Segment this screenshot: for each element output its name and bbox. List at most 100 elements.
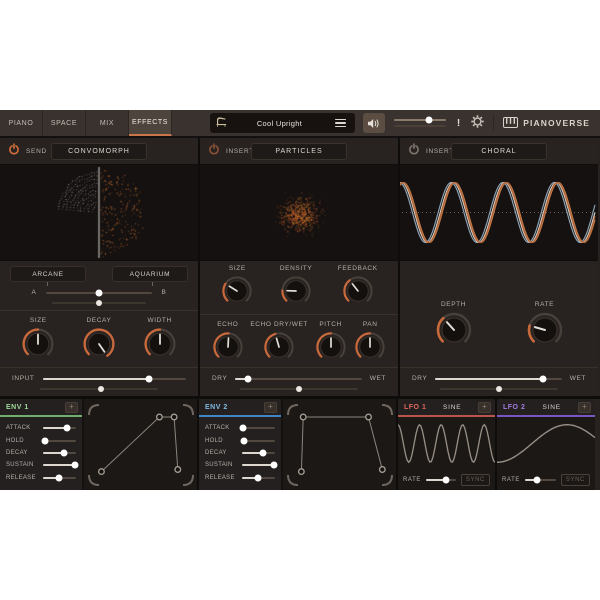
slider-handle[interactable] bbox=[98, 386, 104, 392]
hamburger-menu-icon[interactable] bbox=[331, 116, 350, 131]
piano-keys-icon bbox=[503, 117, 518, 130]
knob-echo[interactable]: ECHO bbox=[211, 321, 245, 364]
slider-fill bbox=[242, 464, 274, 466]
power-icon[interactable] bbox=[8, 142, 20, 160]
morph-slider[interactable] bbox=[46, 292, 152, 294]
slider-handle[interactable] bbox=[64, 425, 71, 432]
mix-slider-secondary[interactable] bbox=[40, 388, 158, 390]
env-1-hold-slider[interactable] bbox=[43, 440, 76, 442]
slider-handle[interactable] bbox=[245, 375, 252, 382]
knob-decay[interactable]: DECAY bbox=[81, 317, 117, 362]
effect-name-button-particles[interactable]: PARTICLES bbox=[251, 143, 347, 160]
add-modulation-button[interactable]: + bbox=[65, 402, 78, 413]
slider-handle[interactable] bbox=[240, 437, 247, 444]
add-modulation-button[interactable]: + bbox=[264, 402, 277, 413]
mix-slider[interactable] bbox=[435, 378, 561, 380]
slider-handle[interactable] bbox=[96, 289, 103, 296]
tab-effects[interactable]: EFFECTS bbox=[129, 110, 172, 136]
top-bar-right: ! PIANOVERSE bbox=[363, 113, 600, 133]
slider-handle[interactable] bbox=[496, 386, 502, 392]
volume-track[interactable] bbox=[394, 119, 446, 121]
mod-slider-row: RELEASE bbox=[205, 475, 275, 481]
effect-name-button-choral[interactable]: CHORAL bbox=[451, 143, 547, 160]
mod-name: LFO 1 bbox=[404, 404, 426, 411]
knob-label: PAN bbox=[363, 321, 378, 328]
env-2-hold-slider[interactable] bbox=[242, 440, 275, 442]
route-label: SEND bbox=[26, 148, 47, 155]
mix-right-label: WET bbox=[370, 375, 386, 382]
env-2-release-slider[interactable] bbox=[242, 477, 275, 479]
tab-piano[interactable]: PIANO bbox=[0, 110, 43, 136]
slider-handle[interactable] bbox=[539, 375, 546, 382]
morph-slider-secondary[interactable] bbox=[52, 302, 146, 304]
knob-width[interactable]: WIDTH bbox=[142, 317, 178, 362]
slider-handle[interactable] bbox=[254, 474, 261, 481]
knob-size[interactable]: SIZE bbox=[20, 317, 56, 362]
knob-label: DECAY bbox=[87, 317, 112, 324]
knob-rate[interactable]: RATE bbox=[525, 301, 565, 350]
slider-handle[interactable] bbox=[240, 425, 247, 432]
knob-feedback[interactable]: FEEDBACK bbox=[338, 265, 378, 308]
knob-label: SIZE bbox=[30, 317, 47, 324]
env-1-sustain-slider[interactable] bbox=[43, 464, 76, 466]
knob-pan[interactable]: PAN bbox=[353, 321, 387, 364]
volume-slider[interactable] bbox=[394, 119, 446, 127]
mix-slider[interactable] bbox=[43, 378, 187, 380]
slider-handle[interactable] bbox=[71, 462, 78, 469]
knob-size[interactable]: SIZE bbox=[220, 265, 254, 308]
env-1-attack-slider[interactable] bbox=[43, 427, 76, 429]
mix-slider[interactable] bbox=[235, 378, 361, 380]
slider-handle[interactable] bbox=[96, 300, 102, 306]
alert-button[interactable]: ! bbox=[455, 118, 462, 129]
env-2-attack-slider[interactable] bbox=[242, 427, 275, 429]
tab-mix[interactable]: MIX bbox=[86, 110, 129, 136]
tab-space[interactable]: SPACE bbox=[43, 110, 86, 136]
slider-handle[interactable] bbox=[41, 437, 48, 444]
slider-handle[interactable] bbox=[259, 449, 266, 456]
knob-echo-dry-wet[interactable]: ECHO DRY/WET bbox=[250, 321, 308, 364]
effect-header: INSERTCHORAL bbox=[400, 138, 598, 164]
slider-handle[interactable] bbox=[55, 474, 62, 481]
slider-handle[interactable] bbox=[60, 449, 67, 456]
knob-depth[interactable]: DEPTH bbox=[434, 301, 474, 350]
power-icon[interactable] bbox=[208, 142, 220, 160]
lfo-1-rate-slider[interactable] bbox=[426, 479, 456, 481]
envelope-graph[interactable] bbox=[283, 399, 396, 490]
convolution-morph-visualizer[interactable] bbox=[0, 165, 198, 260]
envelope-graph[interactable] bbox=[84, 399, 197, 490]
effect-name-button-convomorph[interactable]: CONVOMORPH bbox=[51, 143, 147, 160]
knob-density[interactable]: DENSITY bbox=[279, 265, 313, 308]
knob-label: FEEDBACK bbox=[338, 265, 378, 272]
slider-handle[interactable] bbox=[270, 462, 277, 469]
sync-button[interactable]: SYNC bbox=[561, 474, 590, 486]
sync-button[interactable]: SYNC bbox=[461, 474, 490, 486]
add-modulation-button[interactable]: + bbox=[478, 402, 491, 413]
lfo-waveform-label[interactable]: SINE bbox=[525, 404, 578, 411]
tick-a bbox=[47, 282, 48, 286]
slider-handle[interactable] bbox=[145, 375, 152, 382]
slider-handle[interactable] bbox=[533, 477, 540, 484]
env-1-release-slider[interactable] bbox=[43, 477, 76, 479]
mod-slider-row: HOLD bbox=[6, 438, 76, 444]
add-modulation-button[interactable]: + bbox=[578, 402, 591, 413]
env-2-decay-slider[interactable] bbox=[242, 452, 275, 454]
speaker-button[interactable] bbox=[363, 113, 385, 133]
env-2-panel: ENV 2+ATTACKHOLDDECAYSUSTAINRELEASE bbox=[199, 399, 398, 490]
lfo-waveform-label[interactable]: SINE bbox=[426, 404, 478, 411]
tab-bar: PIANOSPACEMIXEFFECTS bbox=[0, 110, 172, 136]
gear-icon[interactable] bbox=[471, 115, 484, 131]
lfo-2-rate-slider[interactable] bbox=[525, 479, 556, 481]
impulse-b-button[interactable]: AQUARIUM bbox=[112, 266, 188, 282]
preset-selector[interactable]: Cool Upright bbox=[210, 113, 355, 133]
env-2-sustain-slider[interactable] bbox=[242, 464, 275, 466]
mix-slider-secondary[interactable] bbox=[440, 388, 558, 390]
env-1-decay-slider[interactable] bbox=[43, 452, 76, 454]
slider-handle[interactable] bbox=[443, 477, 450, 484]
volume-handle[interactable] bbox=[426, 117, 433, 124]
mix-slider-secondary[interactable] bbox=[240, 388, 358, 390]
impulse-a-button[interactable]: ARCANE bbox=[10, 266, 86, 282]
power-icon[interactable] bbox=[408, 142, 420, 160]
lfo-1-panel: LFO 1SINE+RATESYNC bbox=[398, 399, 497, 490]
slider-handle[interactable] bbox=[296, 386, 302, 392]
knob-pitch[interactable]: PITCH bbox=[314, 321, 348, 364]
